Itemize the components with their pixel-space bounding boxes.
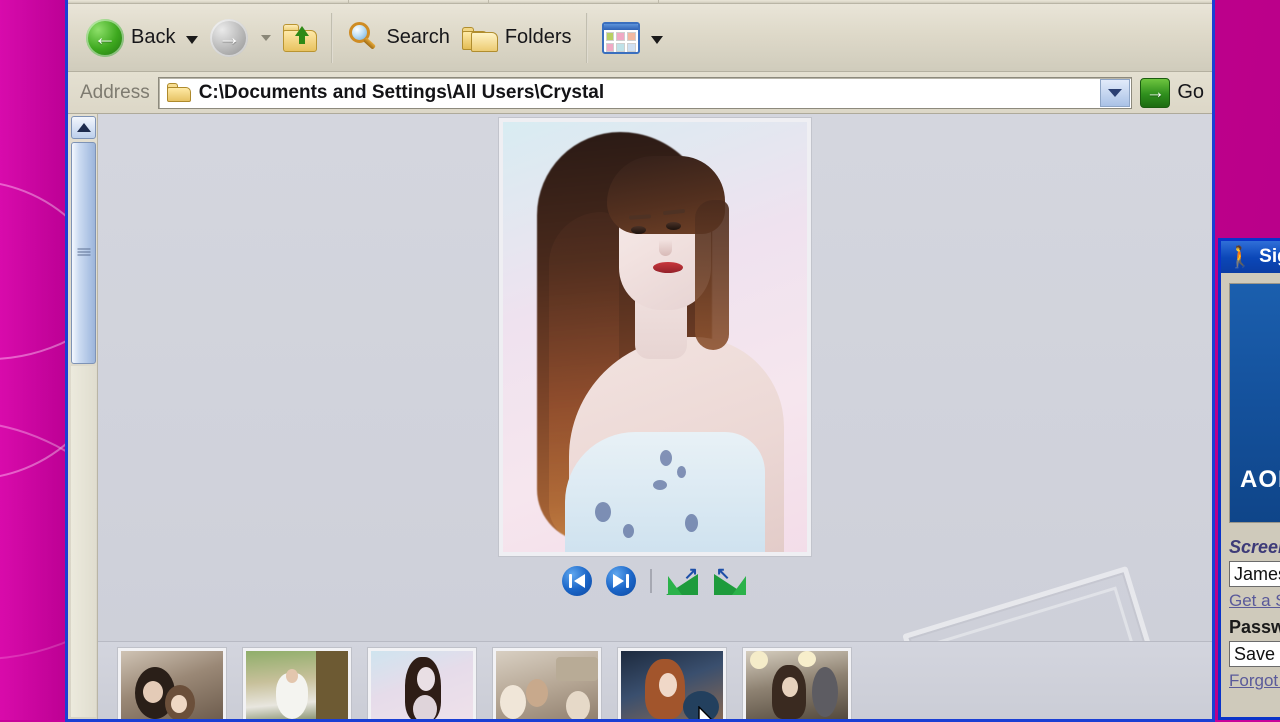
up-one-level-button[interactable] [277, 13, 323, 63]
scrollbar-track[interactable] [71, 366, 96, 717]
back-arrow-glyph: ← [94, 26, 117, 49]
toolbar-separator [331, 13, 333, 63]
go-arrow-icon: → [1140, 78, 1170, 108]
chevron-down-icon[interactable] [651, 36, 663, 44]
go-button[interactable]: → Go [1140, 78, 1204, 108]
screen-name-input[interactable]: James [1229, 561, 1280, 587]
image-navigation-toolbar: ↗ ↖ [562, 566, 748, 596]
next-image-button[interactable] [606, 566, 636, 596]
folders-button-label: Folders [505, 26, 572, 49]
explorer-toolbar: ← Back → Search [68, 4, 1212, 72]
aol-logo-text: AOL [1240, 466, 1280, 494]
forward-arrow-icon: → [210, 19, 248, 57]
thumbnail-item[interactable] [118, 648, 226, 719]
address-input-value: C:\Documents and Settings\All Users\Crys… [199, 82, 604, 104]
search-button-label: Search [386, 26, 449, 49]
address-label: Address [74, 82, 150, 104]
folder-icon [167, 83, 191, 102]
preview-content-pane: ↗ ↖ [98, 114, 1212, 719]
toolbar-separator [586, 13, 588, 63]
aol-sign-on-form: Screen Name James Get a Screen Name Pass… [1221, 523, 1280, 691]
scrollbar-thumb[interactable] [71, 142, 96, 364]
forward-arrow-glyph: → [218, 26, 241, 49]
folder-up-icon [283, 24, 317, 52]
thumbnail-item[interactable] [368, 648, 476, 719]
aol-running-man-icon: 🚶 [1227, 247, 1253, 268]
back-button-label: Back [131, 26, 175, 49]
thumbnail-filmstrip[interactable] [98, 641, 1212, 719]
search-button[interactable]: Search [341, 13, 455, 63]
aol-window-title: Sign On [1259, 246, 1280, 268]
vertical-scrollbar[interactable] [68, 114, 98, 719]
rotate-clockwise-button[interactable]: ↗ [666, 567, 700, 595]
address-input[interactable]: C:\Documents and Settings\All Users\Crys… [158, 77, 1133, 109]
mouse-cursor [698, 706, 720, 719]
views-button[interactable] [596, 13, 669, 63]
address-bar: Address C:\Documents and Settings\All Us… [68, 72, 1212, 114]
chevron-down-icon[interactable] [186, 36, 198, 44]
screen-name-label: Screen Name [1229, 537, 1280, 558]
thumbnail-item[interactable] [243, 648, 351, 719]
password-input[interactable]: Save [1229, 641, 1280, 667]
preview-photo [503, 122, 807, 552]
aol-sign-on-window: 🚶 Sign On AOL Screen Name James Get a Sc… [1218, 238, 1280, 720]
address-dropdown-button[interactable] [1100, 79, 1130, 107]
rotate-cw-arrow-icon: ↗ [684, 565, 698, 582]
toolbar-separator [650, 569, 652, 593]
scroll-up-arrow-icon[interactable] [71, 116, 96, 139]
aol-logo-panel: AOL [1229, 283, 1280, 523]
rotate-counterclockwise-button[interactable]: ↖ [714, 567, 748, 595]
back-arrow-icon: ← [86, 19, 124, 57]
thumbnail-item[interactable] [493, 648, 601, 719]
wallpaper-sheen [0, 0, 70, 720]
previous-image-button[interactable] [562, 566, 592, 596]
go-button-label: Go [1177, 81, 1204, 104]
chevron-down-icon [1108, 89, 1122, 97]
rotate-ccw-arrow-icon: ↖ [716, 565, 730, 582]
folders-icon [462, 24, 498, 52]
forward-button[interactable]: → [204, 13, 277, 63]
views-thumbnails-icon [602, 22, 640, 54]
windows-explorer-window: ← Back → Search [65, 0, 1215, 722]
thumbnail-item[interactable] [743, 648, 851, 719]
magnifier-icon [347, 22, 379, 54]
explorer-body: ↗ ↖ [68, 114, 1212, 719]
aol-title-bar[interactable]: 🚶 Sign On [1221, 241, 1280, 273]
password-label: Password [1229, 617, 1280, 638]
chevron-down-icon[interactable] [261, 35, 271, 41]
get-screen-name-link[interactable]: Get a Screen Name [1229, 591, 1280, 611]
folders-button[interactable]: Folders [456, 13, 578, 63]
preview-photo-frame[interactable] [499, 118, 811, 556]
forgot-password-link[interactable]: Forgot Password? [1229, 671, 1280, 691]
back-button[interactable]: ← Back [80, 13, 204, 63]
